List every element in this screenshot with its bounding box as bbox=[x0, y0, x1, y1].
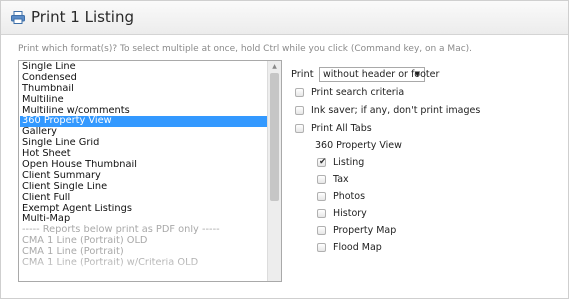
tab-checkbox[interactable]: ✔ bbox=[317, 157, 327, 167]
tab-checkbox-label: Property Map bbox=[333, 225, 397, 236]
tab-checkbox[interactable] bbox=[317, 175, 326, 184]
list-item[interactable]: Exempt Agent Listings bbox=[20, 204, 268, 215]
list-item[interactable]: Open House Thumbnail bbox=[20, 160, 268, 171]
print-listing-dialog: Print 1 Listing Print which format(s)? T… bbox=[0, 0, 569, 299]
tab-checkbox-label: Flood Map bbox=[333, 242, 382, 253]
list-item-pdf[interactable]: CMA 1 Line (Portrait) w/Criteria OLD bbox=[20, 258, 268, 269]
checkbox-label: Print All Tabs bbox=[311, 123, 372, 134]
list-item[interactable]: Multiline bbox=[20, 95, 268, 106]
list-item[interactable]: Client Full bbox=[20, 193, 268, 204]
tab-checkbox-label: History bbox=[333, 208, 367, 219]
checkbox[interactable] bbox=[295, 106, 304, 115]
list-item[interactable]: Hot Sheet bbox=[20, 149, 268, 160]
print-label: Print bbox=[291, 69, 314, 80]
dropdown-arrow-icon: ▼ bbox=[414, 70, 420, 78]
format-list-items: Single Line Condensed Thumbnail Multiline Mu… bbox=[20, 62, 268, 269]
tab-checkbox[interactable] bbox=[317, 243, 326, 252]
dialog-titlebar: Print 1 Listing bbox=[1, 1, 568, 35]
list-item[interactable]: Client Single Line bbox=[20, 182, 268, 193]
list-item[interactable]: Condensed bbox=[20, 73, 268, 84]
tab-checkbox-label: Photos bbox=[333, 191, 366, 202]
print-options-panel: Print without header or footer ▼ Print s… bbox=[291, 60, 561, 280]
scrollbar-thumb[interactable] bbox=[270, 73, 279, 201]
list-item[interactable]: 360 Property View bbox=[20, 116, 268, 128]
tab-checkbox[interactable] bbox=[317, 192, 326, 201]
list-item[interactable]: Client Summary bbox=[20, 171, 268, 182]
tab-checkbox-label: Listing bbox=[333, 157, 365, 168]
tab-checkbox[interactable] bbox=[317, 209, 326, 218]
printer-icon bbox=[11, 11, 25, 24]
checkmark-icon: ✔ bbox=[319, 157, 327, 167]
section-label-360-view: 360 Property View bbox=[315, 140, 402, 151]
print-select-value: without header or footer bbox=[323, 69, 440, 80]
dialog-title: Print 1 Listing bbox=[31, 8, 135, 26]
print-header-footer-select[interactable]: without header or footer ▼ bbox=[319, 67, 439, 82]
list-item[interactable]: Single Line Grid bbox=[20, 138, 268, 149]
list-item-pdf[interactable]: CMA 1 Line (Portrait) OLD bbox=[20, 236, 268, 247]
list-item[interactable]: Multi-Map bbox=[20, 214, 268, 225]
instructions-text: Print which format(s)? To select multipl… bbox=[18, 44, 473, 54]
list-item[interactable]: Thumbnail bbox=[20, 84, 268, 95]
listbox-scrollbar[interactable]: ▲ bbox=[267, 61, 281, 281]
format-listbox[interactable]: Single Line Condensed Thumbnail Multiline Mu… bbox=[18, 60, 282, 282]
checkbox[interactable] bbox=[295, 124, 304, 133]
checkbox[interactable] bbox=[295, 88, 304, 97]
list-item[interactable]: Single Line bbox=[20, 62, 268, 73]
list-item[interactable]: Multiline w/comments bbox=[20, 106, 268, 117]
checkbox-label: Print search criteria bbox=[311, 87, 405, 98]
tab-checkbox[interactable] bbox=[317, 226, 326, 235]
list-item[interactable]: Gallery bbox=[20, 127, 268, 138]
scroll-up-arrow-icon[interactable]: ▲ bbox=[268, 61, 281, 72]
list-item-pdf[interactable]: CMA 1 Line (Portrait) bbox=[20, 247, 268, 258]
tab-checkbox-label: Tax bbox=[333, 174, 349, 185]
checkbox-label: Ink saver; if any, don't print images bbox=[311, 105, 481, 116]
list-item-pdf[interactable]: ----- Reports below print as PDF only --… bbox=[20, 225, 268, 236]
